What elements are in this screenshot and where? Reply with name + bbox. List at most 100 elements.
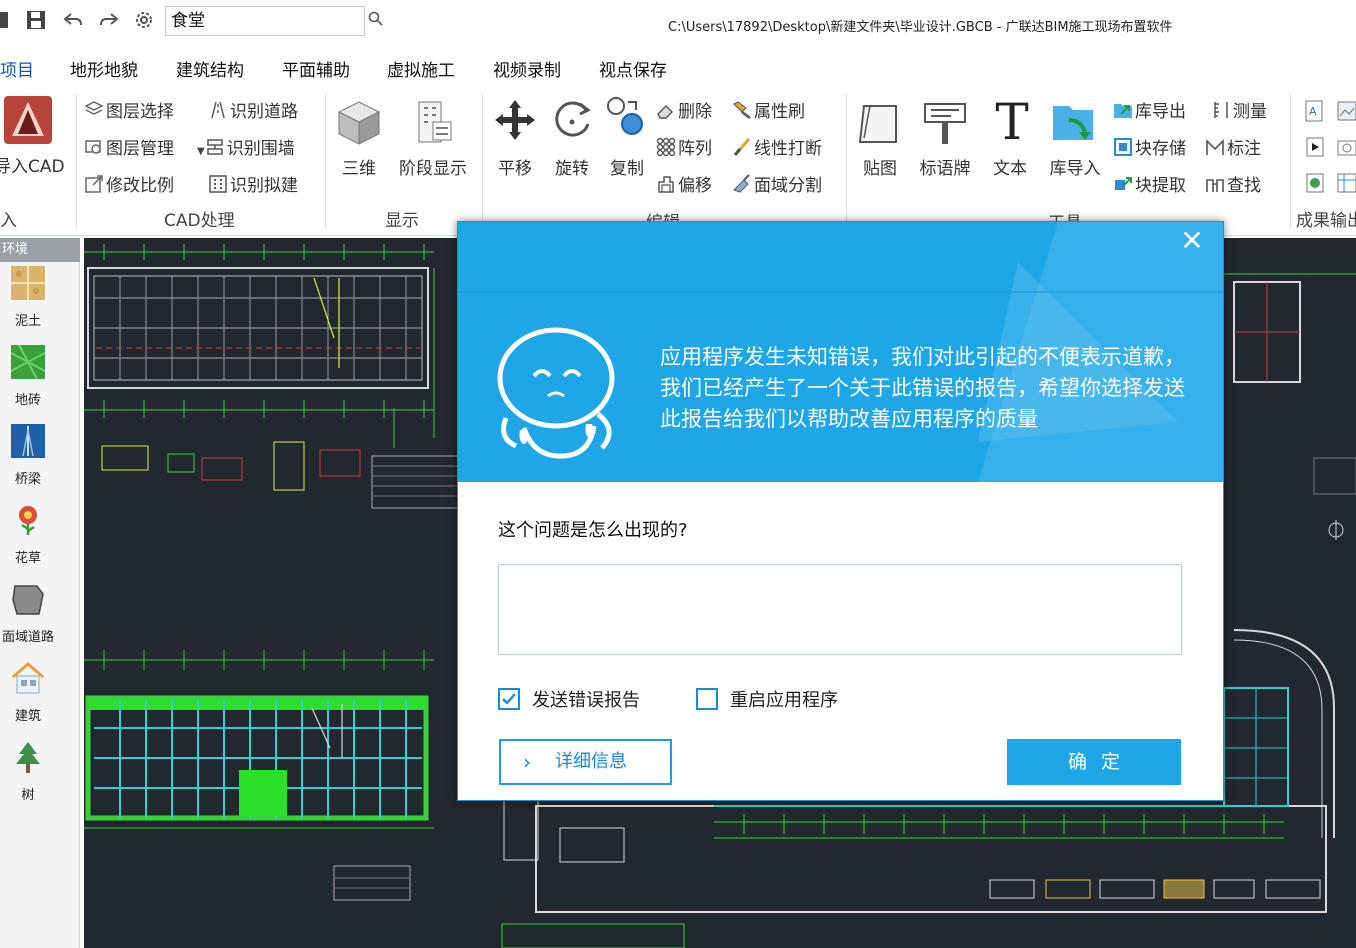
search-input[interactable]: 食堂 (165, 6, 365, 36)
palette-label: 花草 (14, 551, 41, 566)
new-file-icon[interactable] (0, 9, 22, 31)
palette-item-area-road[interactable]: 面域道路 (0, 582, 56, 645)
tab-building-structure[interactable]: 建筑结构 (176, 57, 244, 85)
chevron-right-icon: › (523, 750, 531, 774)
output-doc-icon[interactable]: A (1304, 100, 1326, 122)
block-store-button[interactable]: 块存储 (1113, 137, 1186, 160)
text-button[interactable]: T 文本 (988, 97, 1032, 179)
send-report-checkbox[interactable]: 发送错误报告 (498, 688, 640, 712)
identify-road-label: 识别道路 (230, 102, 298, 122)
identify-wall-button[interactable]: ▼ 识别围墙 (197, 137, 295, 163)
copy-button[interactable]: 复制 (604, 94, 650, 179)
offset-button[interactable]: 偏移 (656, 174, 712, 197)
lib-import-icon (1051, 98, 1099, 146)
pan-button[interactable]: 平移 (492, 98, 538, 179)
identify-road-button[interactable]: 识别道路 (208, 100, 298, 123)
palette-item-soil[interactable]: 泥土 (0, 266, 56, 329)
annotate-button[interactable]: 标注 (1205, 137, 1261, 160)
layer-manage-label: 图层管理 (106, 139, 174, 159)
palette-item-tree[interactable]: 树 (0, 740, 56, 803)
palette-item-flowers[interactable]: 花草 (0, 503, 56, 566)
details-button[interactable]: › 详细信息 (499, 739, 672, 785)
save-icon[interactable] (25, 9, 47, 31)
output-image-icon[interactable] (1336, 100, 1356, 122)
floor-tile-icon (10, 344, 46, 380)
tab-plane-aux[interactable]: 平面辅助 (282, 57, 350, 85)
block-extract-icon (1113, 174, 1133, 194)
output-camera-icon[interactable] (1336, 136, 1356, 158)
area-split-label: 面域分割 (754, 176, 822, 196)
measure-button[interactable]: 测量 (1211, 100, 1267, 123)
area-split-icon (732, 174, 752, 194)
tab-video-record[interactable]: 视频录制 (493, 57, 561, 85)
tab-terrain[interactable]: 地形地貌 (70, 57, 138, 85)
settings-icon[interactable] (133, 9, 155, 31)
lib-export-button[interactable]: 库导出 (1113, 100, 1186, 123)
identify-proposed-button[interactable]: 识别拟建 (208, 174, 298, 197)
rotate-button[interactable]: 旋转 (549, 98, 595, 179)
palette-label: 地砖 (14, 393, 41, 408)
import-cad-label: 导入CAD (0, 157, 65, 177)
close-icon[interactable]: ✕ (1177, 226, 1207, 256)
layer-select-button[interactable]: 图层选择 (84, 100, 174, 123)
output-video-icon[interactable] (1304, 136, 1326, 158)
title-bar: 食堂 C:\Users\17892\Desktop\新建文件夹\毕业设计.GBC… (0, 0, 1356, 46)
restart-app-checkbox[interactable]: 重启应用程序 (696, 688, 838, 712)
panel-header: 环境 (0, 238, 80, 262)
checkbox-unchecked[interactable] (696, 688, 718, 710)
find-button[interactable]: 查找 (1205, 174, 1261, 197)
undo-icon[interactable] (62, 9, 84, 31)
error-message: 应用程序发生未知错误，我们对此引起的不便表示道歉，我们已经产生了一个关于此错误的… (660, 345, 1185, 431)
checkmark-icon (502, 693, 516, 705)
change-scale-label: 修改比例 (106, 176, 174, 196)
change-scale-button[interactable]: 修改比例 (84, 174, 174, 197)
plan-top-right (1224, 273, 1356, 495)
tab-viewpoint-save[interactable]: 视点保存 (599, 57, 667, 85)
stage-display-label: 阶段显示 (399, 159, 467, 179)
find-label: 查找 (1227, 176, 1261, 196)
tab-virtual-construction[interactable]: 虚拟施工 (387, 57, 455, 85)
array-button[interactable]: 阵列 (656, 137, 712, 160)
building-icon (11, 661, 45, 695)
output-table-icon[interactable] (1336, 172, 1356, 194)
offset-label: 偏移 (678, 176, 712, 196)
output-report-icon[interactable] (1304, 172, 1326, 194)
block-extract-button[interactable]: 块提取 (1113, 174, 1186, 197)
slogan-board-button[interactable]: 标语牌 (916, 98, 974, 179)
delete-label: 删除 (678, 102, 712, 122)
dropdown-arrow-icon[interactable]: ▼ (197, 146, 205, 157)
stage-display-button[interactable]: 阶段显示 (396, 98, 470, 179)
line-break-button[interactable]: 线性打断 (732, 137, 822, 160)
palette-item-floor-tile[interactable]: 地砖 (0, 344, 56, 408)
import-cad-button[interactable]: 导入CAD (0, 96, 70, 177)
three-d-button[interactable]: 三维 (334, 98, 384, 179)
import-cad-icon (4, 96, 52, 144)
tab-project[interactable]: 项目 (0, 57, 34, 85)
area-split-button[interactable]: 面域分割 (732, 174, 822, 197)
delete-button[interactable]: 删除 (656, 100, 712, 123)
annotate-label: 标注 (1227, 139, 1261, 159)
three-d-label: 三维 (342, 159, 376, 179)
group-label-cad: CAD处理 (164, 211, 235, 231)
property-brush-button[interactable]: 属性刷 (732, 100, 805, 123)
layer-manage-button[interactable]: 图层管理 (84, 137, 174, 160)
checkbox-checked[interactable] (498, 688, 520, 710)
wall-icon (205, 137, 225, 157)
problem-description-input[interactable] (498, 564, 1182, 655)
palette-label: 树 (21, 788, 35, 803)
layer-manage-icon (84, 137, 104, 157)
identify-wall-label: 识别围墙 (226, 139, 295, 159)
lib-export-icon (1113, 100, 1133, 120)
redo-icon[interactable] (98, 9, 120, 31)
brush-icon (732, 100, 752, 120)
lib-import-button[interactable]: 库导入 (1046, 98, 1104, 179)
group-separator (1290, 94, 1291, 228)
sticker-button[interactable]: 贴图 (856, 98, 904, 179)
group-separator (846, 94, 847, 228)
palette-item-bridge[interactable]: 桥梁 (0, 424, 56, 487)
ok-button[interactable]: 确定 (1007, 739, 1181, 785)
search-icon[interactable] (368, 10, 386, 30)
palette-label: 泥土 (14, 314, 41, 329)
palette-item-building[interactable]: 建筑 (0, 661, 56, 724)
details-button-label: 详细信息 (555, 751, 627, 772)
